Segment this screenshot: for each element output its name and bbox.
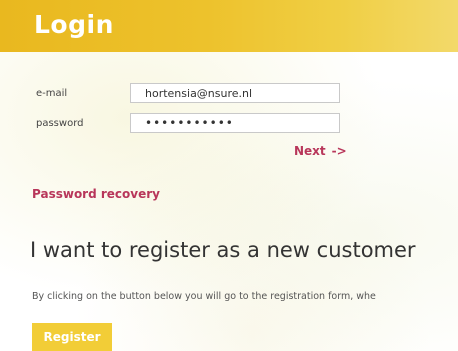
next-arrow-icon: ->	[331, 144, 347, 158]
email-label: e-mail	[36, 88, 68, 99]
email-field[interactable]	[130, 83, 340, 103]
login-header: Login	[0, 0, 458, 52]
register-description: By clicking on the button below you will…	[32, 291, 376, 302]
password-field[interactable]	[130, 113, 340, 133]
register-heading: I want to register as a new customer	[30, 238, 416, 262]
password-label: password	[36, 118, 84, 129]
next-link[interactable]: Next ->	[294, 144, 347, 158]
page-title: Login	[34, 10, 114, 39]
password-recovery-link[interactable]: Password recovery	[32, 187, 160, 201]
next-label: Next	[294, 144, 326, 158]
register-button[interactable]: Register	[32, 323, 112, 351]
